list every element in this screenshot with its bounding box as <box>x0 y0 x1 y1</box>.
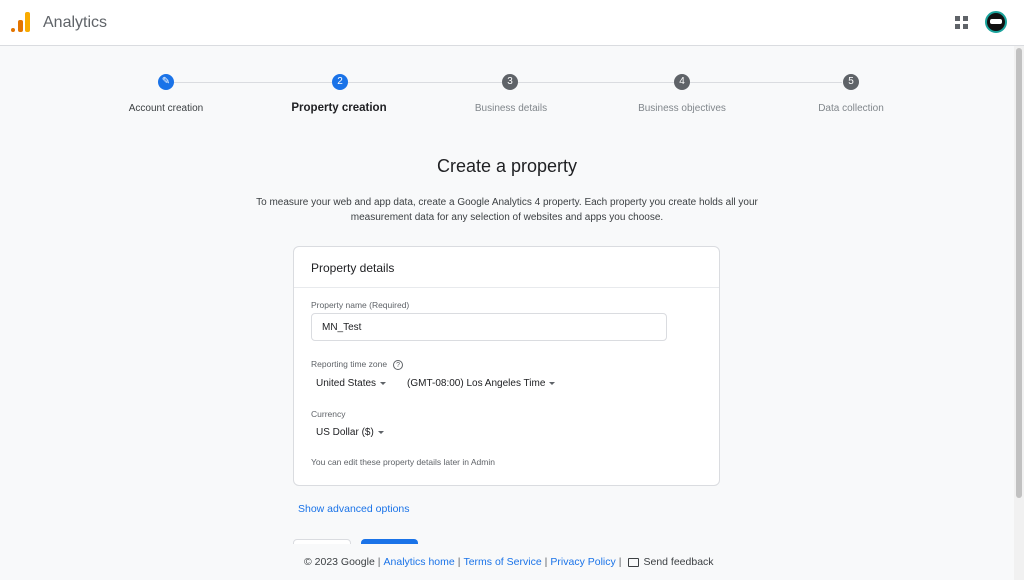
timezone-label-row: Reporting time zone? <box>311 359 404 370</box>
step-2-label: Property creation <box>291 102 387 114</box>
footer: © 2023 Google | Analytics home | Terms of Se… <box>0 544 1014 580</box>
step-5-marker: 5 <box>843 74 859 90</box>
scrollbar-thumb[interactable] <box>1016 48 1022 498</box>
card-title: Property details <box>311 261 395 275</box>
page-scrollbar[interactable] <box>1014 46 1024 580</box>
stepper-connector <box>690 82 842 83</box>
country-select-value: United States <box>316 378 377 389</box>
step-1-label[interactable]: Account creation <box>96 103 236 114</box>
step-3-marker: 3 <box>502 74 518 90</box>
footer-links: © 2023 Google | Analytics home | Terms of Se… <box>304 556 714 568</box>
stepper-connector <box>518 82 674 83</box>
copyright-text: © 2023 Google <box>304 556 375 568</box>
analytics-home-link[interactable]: Analytics home <box>384 556 455 568</box>
user-avatar[interactable] <box>985 11 1007 33</box>
currency-select[interactable]: US Dollar ($) <box>316 427 384 438</box>
app-title[interactable]: Analytics <box>43 14 107 32</box>
timezone-select-value: (GMT-08:00) Los Angeles Time <box>407 378 546 389</box>
timezone-select[interactable]: (GMT-08:00) Los Angeles Time <box>407 378 556 389</box>
property-name-label: Property name (Required) <box>311 300 410 310</box>
stepper-connector <box>348 82 502 83</box>
property-details-card: Property details Property name (Required… <box>293 246 720 486</box>
step-4-marker: 4 <box>674 74 690 90</box>
step-3-label: Business details <box>474 103 548 114</box>
property-name-input[interactable] <box>311 313 667 341</box>
step-2-marker: 2 <box>332 74 348 90</box>
chevron-down-icon <box>377 430 384 434</box>
card-divider <box>294 287 719 288</box>
chevron-down-icon <box>549 381 556 385</box>
page-description: To measure your web and app data, create… <box>256 197 758 223</box>
send-feedback-link[interactable]: Send feedback <box>643 556 713 568</box>
timezone-label: Reporting time zone <box>311 359 388 369</box>
analytics-logo-icon[interactable] <box>11 12 31 32</box>
country-select[interactable]: United States <box>316 378 387 389</box>
step-1-edit-icon[interactable]: ✎ <box>158 74 174 90</box>
page-title: Create a property <box>436 156 578 176</box>
currency-select-value: US Dollar ($) <box>316 427 374 438</box>
currency-label: Currency <box>311 409 346 419</box>
terms-of-service-link[interactable]: Terms of Service <box>463 556 541 568</box>
step-4-label: Business objectives <box>638 103 726 114</box>
feedback-icon[interactable] <box>628 557 640 567</box>
chevron-down-icon <box>380 381 387 385</box>
help-icon[interactable]: ? <box>393 359 404 370</box>
privacy-policy-link[interactable]: Privacy Policy <box>550 556 615 568</box>
grid-apps-icon[interactable] <box>955 16 968 29</box>
edit-later-hint: You can edit these property details late… <box>311 457 495 467</box>
show-advanced-options-link[interactable]: Show advanced options <box>298 503 410 515</box>
step-5-label: Data collection <box>818 103 884 114</box>
stepper-connector <box>174 82 332 83</box>
top-app-bar: Analytics <box>0 0 1024 46</box>
